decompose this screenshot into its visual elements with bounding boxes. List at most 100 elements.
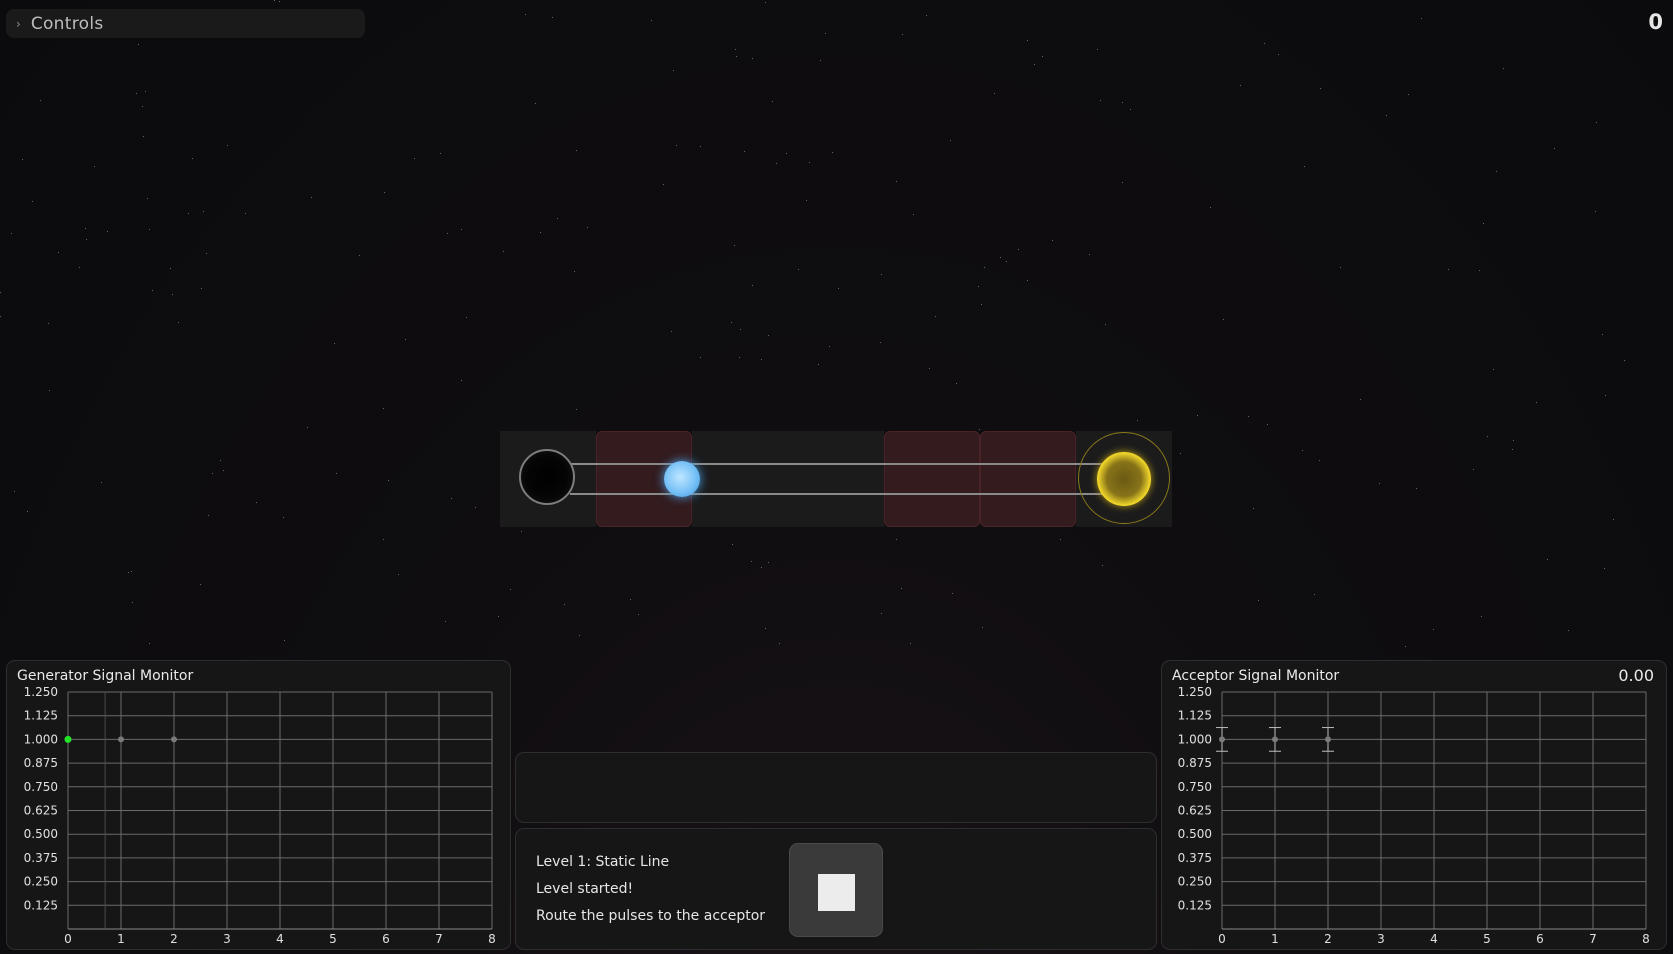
data-point <box>1325 736 1331 743</box>
star <box>1097 49 1098 50</box>
hazard-tile[interactable] <box>884 431 980 527</box>
x-tick-label: 2 <box>1324 932 1332 946</box>
star <box>279 1 280 2</box>
star <box>220 460 221 461</box>
star <box>521 531 522 532</box>
star <box>1448 269 1449 270</box>
chevron-right-icon: › <box>16 16 21 31</box>
score-counter: 0 <box>1648 10 1663 34</box>
star <box>901 588 902 589</box>
star <box>1602 334 1603 335</box>
star <box>1102 565 1103 566</box>
x-tick-label: 3 <box>223 932 231 946</box>
star <box>982 627 983 628</box>
star <box>994 93 995 94</box>
star <box>576 409 577 410</box>
star <box>1379 483 1380 484</box>
star <box>1493 369 1494 370</box>
x-tick-label: 2 <box>170 932 178 946</box>
star <box>673 70 674 71</box>
x-tick-label: 0 <box>64 932 72 946</box>
star <box>445 621 446 622</box>
star <box>1512 449 1513 450</box>
star <box>451 498 452 499</box>
star <box>192 158 193 159</box>
board-tile[interactable] <box>692 431 788 527</box>
star <box>671 331 672 332</box>
y-tick-label: 0.125 <box>24 898 58 912</box>
active-data-point <box>64 735 72 743</box>
star <box>896 539 897 540</box>
star <box>384 192 385 193</box>
star <box>466 317 467 318</box>
data-point <box>171 736 177 743</box>
star <box>170 268 171 269</box>
star <box>461 380 462 381</box>
star <box>256 502 257 503</box>
star <box>1433 629 1434 630</box>
star <box>1479 270 1480 271</box>
board-tile[interactable] <box>788 431 884 527</box>
star <box>1302 450 1303 451</box>
star <box>201 288 202 289</box>
star <box>525 14 526 15</box>
star <box>981 304 982 305</box>
star <box>732 544 733 545</box>
star <box>731 322 732 323</box>
star <box>638 614 639 615</box>
y-tick-label: 0.125 <box>1178 898 1212 912</box>
star <box>27 511 28 512</box>
star <box>1105 324 1106 325</box>
controls-label: Controls <box>30 13 104 34</box>
star <box>735 49 736 50</box>
star <box>1596 122 1597 123</box>
star <box>1319 460 1320 461</box>
star <box>587 227 588 228</box>
stop-button[interactable] <box>789 843 883 937</box>
signal-pulse <box>664 461 700 497</box>
generator-node[interactable] <box>519 449 575 505</box>
acceptor-node[interactable] <box>1097 452 1151 506</box>
y-tick-label: 0.875 <box>24 756 58 770</box>
y-tick-label: 0.375 <box>1178 851 1212 865</box>
generator-chart: 1.250 1.125 1.000 0.875 0.750 0.625 0.500 0.375… <box>24 685 496 946</box>
star <box>978 286 979 287</box>
data-point <box>1272 736 1278 743</box>
star <box>203 211 204 212</box>
controls-toggle[interactable]: › Controls <box>6 9 365 38</box>
star <box>1513 440 1514 441</box>
star <box>274 0 275 1</box>
y-tick-label: 0.250 <box>24 875 58 889</box>
star <box>1006 261 1007 262</box>
star <box>579 635 580 636</box>
star <box>0 292 1 293</box>
x-tick-label: 8 <box>488 932 496 946</box>
star <box>131 571 132 572</box>
star <box>881 274 882 275</box>
star <box>1386 115 1387 116</box>
star <box>1223 319 1224 320</box>
star <box>1613 519 1614 520</box>
star <box>1568 630 1569 631</box>
y-tick-label: 0.625 <box>1178 804 1212 818</box>
star <box>765 2 766 3</box>
star <box>1267 424 1268 425</box>
star <box>359 255 360 256</box>
star <box>739 357 740 358</box>
star <box>552 17 553 18</box>
star <box>475 507 476 508</box>
star <box>405 339 406 340</box>
star <box>786 153 787 154</box>
star <box>956 383 957 384</box>
star <box>952 593 953 594</box>
star <box>1100 100 1101 101</box>
star <box>1197 415 1198 416</box>
star <box>1210 207 1211 208</box>
star <box>1595 211 1596 212</box>
star <box>1027 40 1028 41</box>
star <box>820 60 821 61</box>
hazard-tile[interactable] <box>980 431 1076 527</box>
star <box>896 181 897 182</box>
star <box>1320 88 1321 89</box>
x-tick-label: 5 <box>329 932 337 946</box>
